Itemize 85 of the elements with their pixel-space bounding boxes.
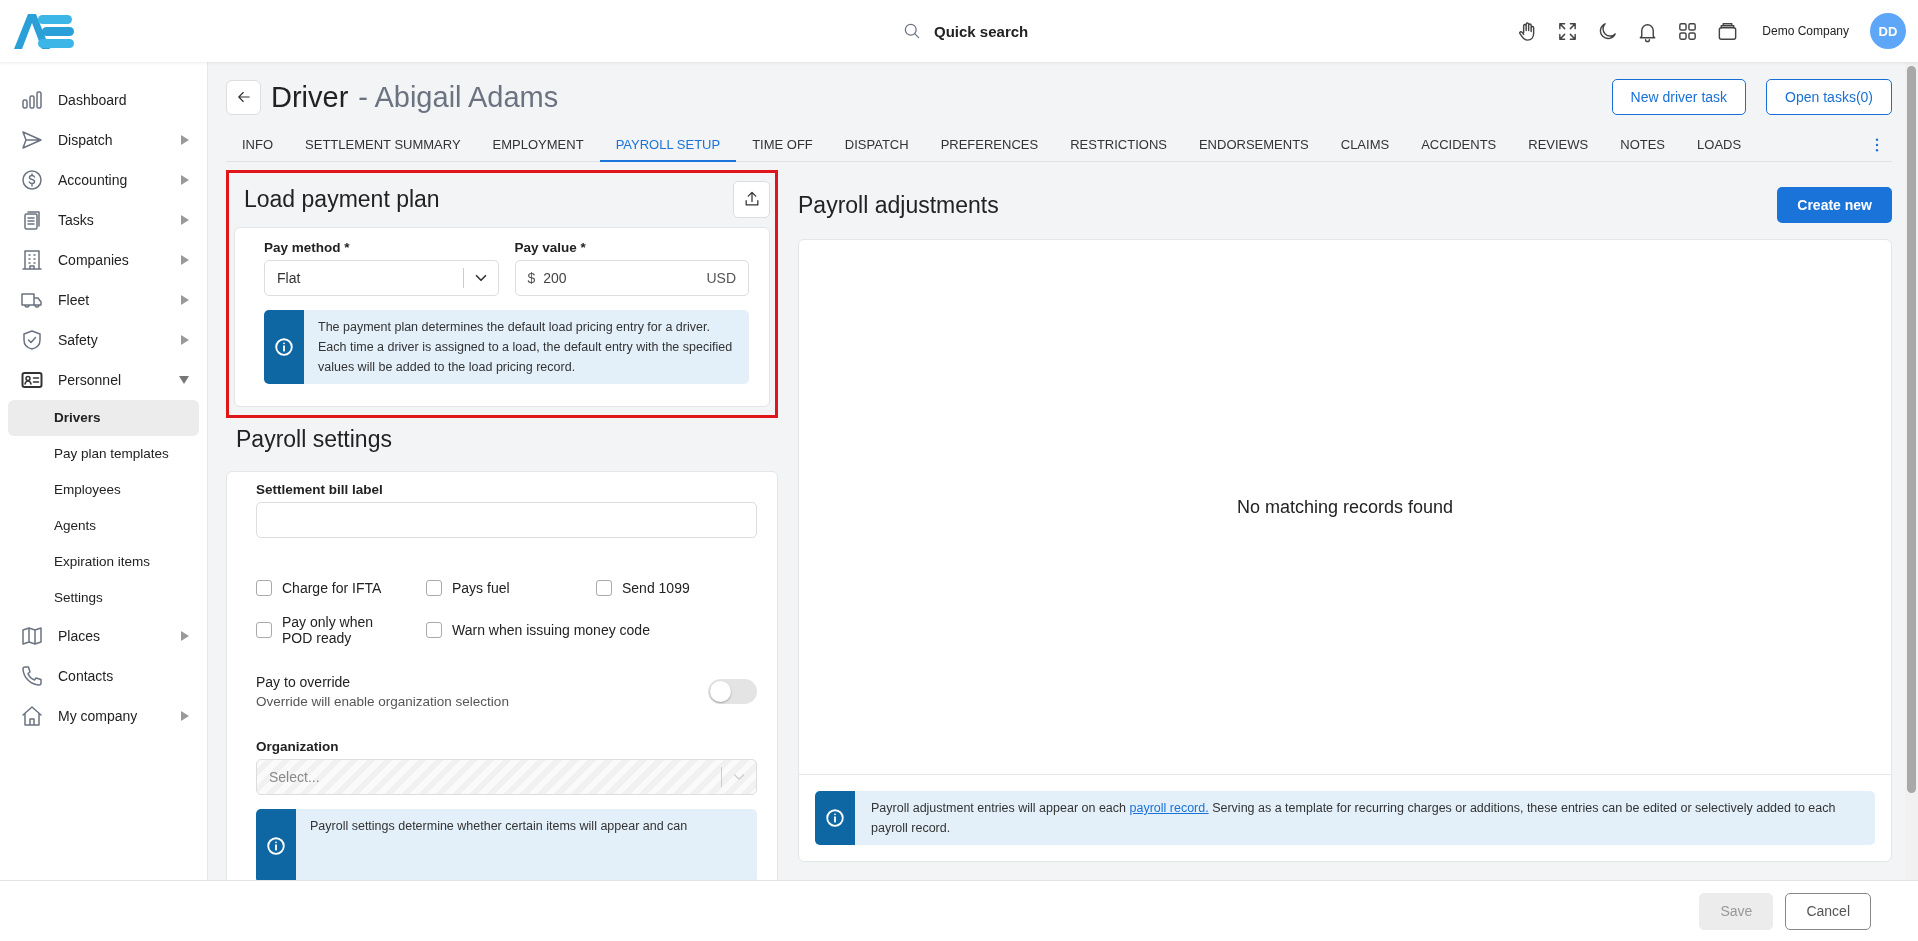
- phone-icon: [20, 664, 44, 688]
- empty-message: No matching records found: [1236, 496, 1454, 518]
- info-text: Payroll adjustment entries will appear on each payroll record. Serving as a template for recurring charges or additions, these entries can be edited or selectively added to each payroll record.: [870, 800, 1837, 837]
- checkbox-option[interactable]: Charge for IFTA: [256, 580, 426, 596]
- field-value: 200: [543, 270, 568, 286]
- tab[interactable]: REVIEWS: [1512, 128, 1605, 162]
- sidebar-subitem[interactable]: Agents: [8, 508, 199, 544]
- checkbox[interactable]: [426, 622, 442, 638]
- shield-icon: [20, 328, 44, 352]
- field-label: Organization: [256, 739, 340, 754]
- sidebar-item[interactable]: Accounting: [0, 160, 207, 200]
- search-icon: [902, 21, 922, 41]
- sidebar-subitem[interactable]: Employees: [8, 472, 199, 508]
- outline-button[interactable]: Open tasks(0): [1766, 79, 1892, 115]
- upload-button[interactable]: [733, 180, 770, 218]
- search-button[interactable]: Quick search: [896, 12, 1035, 50]
- section-title: Load payment plan: [244, 185, 440, 213]
- sidebar-item[interactable]: Companies: [0, 240, 207, 280]
- sidebar-item[interactable]: Dashboard: [0, 80, 207, 120]
- sidebar-item[interactable]: My company: [0, 696, 207, 736]
- create-new-button[interactable]: Create new: [1777, 187, 1892, 223]
- tab[interactable]: DISPATCH: [828, 128, 925, 162]
- sidebar-item[interactable]: Contacts: [0, 656, 207, 696]
- section-title: Payroll adjustments: [798, 191, 999, 219]
- home-icon: [20, 704, 44, 728]
- sidebar-subitem[interactable]: Drivers: [8, 400, 199, 436]
- tab[interactable]: PAYROLL SETUP: [599, 128, 737, 162]
- sidebar-item[interactable]: Personnel: [0, 360, 207, 400]
- field-label: Settlement bill label: [256, 482, 384, 497]
- setting-label: Pay to override: [256, 674, 352, 690]
- section-title: Payroll settings: [236, 426, 393, 453]
- driver-name: - Abigail Adams: [358, 80, 559, 114]
- tab[interactable]: PREFERENCES: [924, 128, 1055, 162]
- sidebar-item[interactable]: Safety: [0, 320, 207, 360]
- payroll-record-link[interactable]: payroll record.: [1129, 801, 1209, 815]
- field-label: Pay method *: [264, 240, 351, 255]
- input-field[interactable]: [256, 502, 757, 538]
- sidebar-item[interactable]: Places: [0, 616, 207, 656]
- checkbox-option[interactable]: Warn when issuing money code: [426, 622, 757, 638]
- sidebar-subitem[interactable]: Settings: [8, 580, 199, 616]
- chart-icon: [20, 88, 44, 112]
- tab[interactable]: ACCIDENTS: [1405, 128, 1513, 162]
- sidebar-subitem[interactable]: Expiration items: [8, 544, 199, 580]
- sidebar-item[interactable]: Tasks: [0, 200, 207, 240]
- checkbox[interactable]: [256, 622, 272, 638]
- toggle-switch[interactable]: [708, 679, 757, 704]
- send-icon: [20, 128, 44, 152]
- tab[interactable]: SETTLEMENT SUMMARY: [289, 128, 477, 162]
- checkbox[interactable]: [256, 580, 272, 596]
- info-icon: [824, 807, 846, 829]
- checkbox[interactable]: [596, 580, 612, 596]
- map-icon: [20, 624, 44, 648]
- tab[interactable]: EMPLOYMENT: [476, 128, 600, 162]
- tab[interactable]: CLAIMS: [1324, 128, 1406, 162]
- company-name[interactable]: Demo Company: [1762, 24, 1849, 38]
- scrollbar-thumb[interactable]: [1907, 66, 1916, 793]
- dollar-icon: [20, 168, 44, 192]
- tab[interactable]: ENDORSEMENTS: [1182, 128, 1325, 162]
- pay-method-select[interactable]: Flat: [264, 260, 499, 296]
- sidebar-item[interactable]: Dispatch: [0, 120, 207, 160]
- tab[interactable]: RESTRICTIONS: [1054, 128, 1183, 162]
- setting-description: Override will enable organization selection: [256, 694, 510, 709]
- info-icon: [273, 336, 295, 358]
- pay-value-field[interactable]: $ 200 USD: [514, 260, 749, 296]
- checkbox-option[interactable]: Send 1099: [596, 580, 757, 596]
- checkbox[interactable]: [426, 580, 442, 596]
- field-label: Pay value *: [514, 240, 587, 255]
- info-text: Payroll settings determine whether certain items will appear and can: [309, 818, 689, 835]
- checkbox-option[interactable]: Pays fuel: [426, 580, 596, 596]
- sidebar-item[interactable]: Fleet: [0, 280, 207, 320]
- tab[interactable]: LOADS: [1681, 128, 1758, 162]
- checkbox-option[interactable]: Pay only when POD ready: [256, 614, 426, 646]
- tab[interactable]: TIME OFF: [736, 128, 829, 162]
- currency-code: USD: [706, 270, 736, 286]
- currency-symbol: $: [527, 270, 536, 286]
- tab[interactable]: INFO: [226, 128, 290, 162]
- back-button[interactable]: [226, 79, 261, 115]
- building-icon: [20, 248, 44, 272]
- footer-button[interactable]: Cancel: [1785, 892, 1871, 930]
- info-icon: [265, 835, 287, 857]
- info-text: The payment plan determines the default load pricing entry for a driver. Each time a driver is assigned to a load, the default entry with the specified values will be added to the load pricing record.: [317, 319, 734, 376]
- sidebar-subitem[interactable]: Pay plan templates: [8, 436, 199, 472]
- page-title: Driver: [271, 80, 349, 114]
- outline-button[interactable]: New driver task: [1611, 79, 1747, 115]
- tab[interactable]: NOTES: [1604, 128, 1682, 162]
